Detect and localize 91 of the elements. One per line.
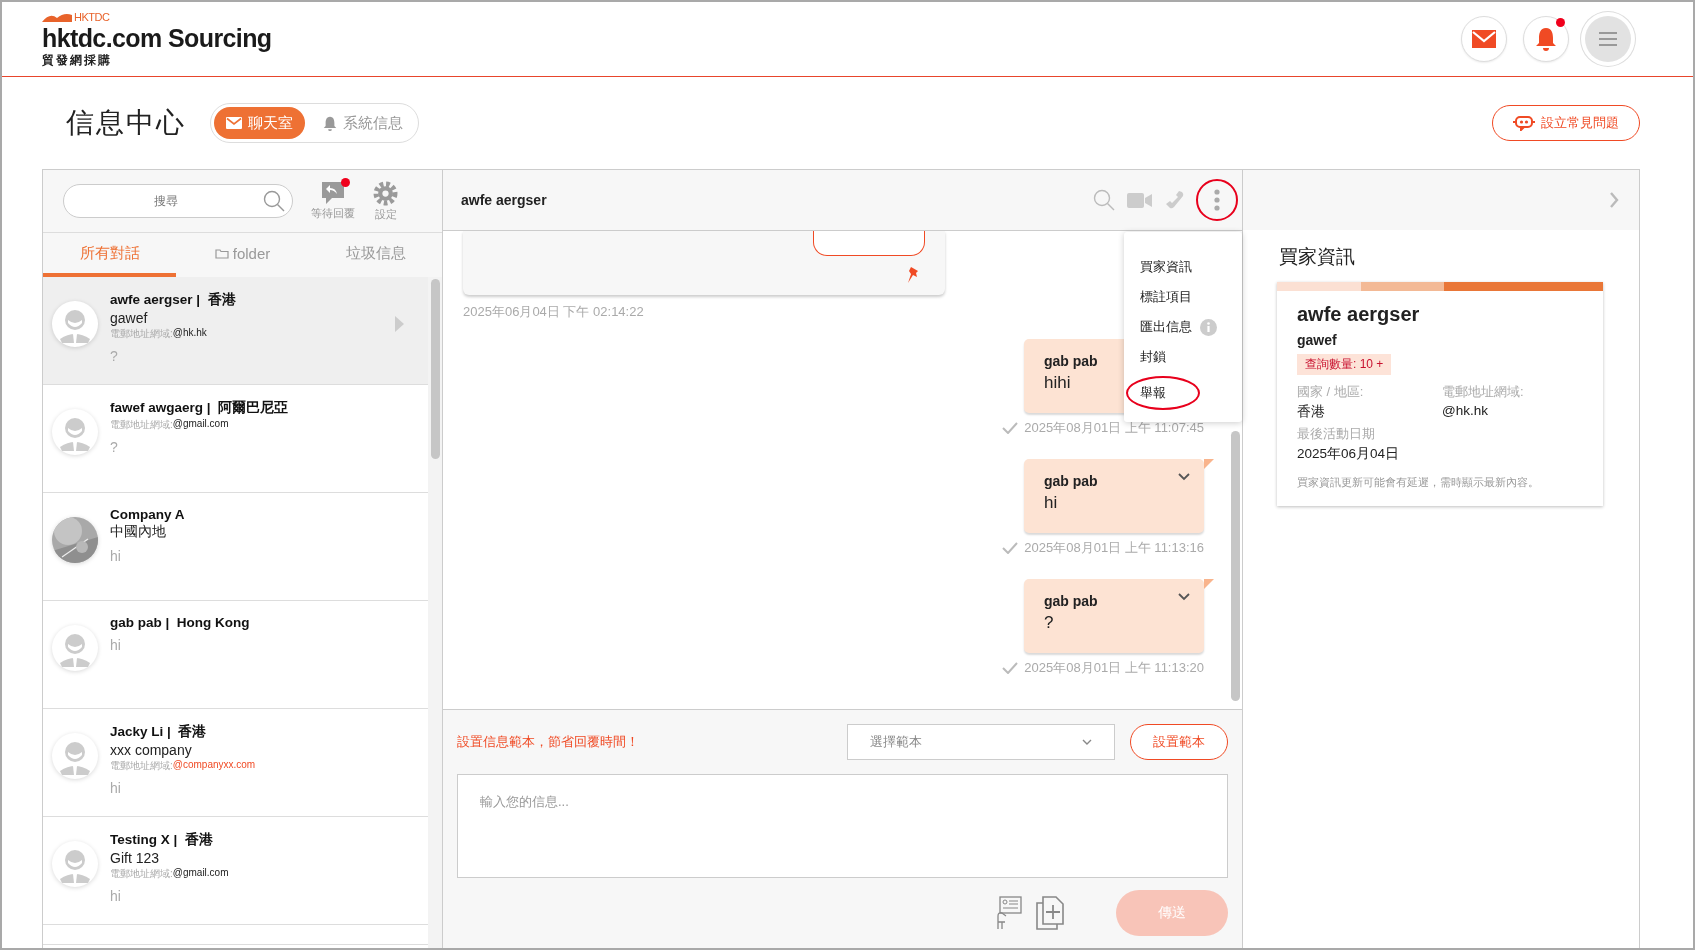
message-text: ? — [1044, 613, 1054, 633]
conversation-name: gab pab | Hong Kong — [110, 615, 250, 630]
message-preview: ? — [110, 439, 119, 455]
search-field[interactable]: 搜尋 — [63, 184, 293, 218]
field-value: @hk.hk — [1442, 403, 1489, 418]
reply-bubble-icon — [320, 181, 346, 205]
notification-button[interactable] — [1523, 16, 1569, 62]
company-name: 中國內地 — [110, 523, 167, 541]
chevron-down-icon — [1082, 739, 1092, 745]
message-input[interactable]: 輸入您的信息... — [457, 774, 1228, 878]
logo-icon — [42, 12, 72, 22]
field-label: 電郵地址網域: — [1442, 383, 1525, 401]
inquiry-count-tag: 查詢數量: 10 + — [1297, 354, 1392, 375]
template-select[interactable]: 選擇範本 — [847, 724, 1115, 760]
section-title: 買家資訊 — [1279, 245, 1356, 269]
email-domain: @gmail.com — [172, 867, 229, 880]
brand-name: HKTDC — [74, 11, 110, 23]
message-time: 2025年08月01日 上午 11:07:45 — [1024, 419, 1204, 437]
folder-icon — [214, 247, 229, 259]
site-title: hktdc.com Sourcing — [42, 23, 272, 53]
message-text: hi — [1044, 493, 1058, 513]
message-time: 2025年08月01日 上午 11:13:16 — [1024, 539, 1204, 557]
bell-icon — [323, 115, 337, 131]
email-label: 電郵地址網域: — [110, 759, 173, 773]
conversation-name: Jacky Li | 香港 — [110, 723, 208, 741]
conversation-name: awfe aergser | 香港 — [110, 291, 236, 309]
chevron-down-icon[interactable] — [1178, 593, 1190, 601]
field-value: 香港 — [1297, 403, 1326, 421]
email-label: 電郵地址網域: — [110, 418, 173, 432]
search-icon[interactable] — [1093, 189, 1115, 211]
info-note: 買家資訊更新可能會有延遲，需時顯示最新內容。 — [1297, 475, 1539, 490]
menu-item[interactable]: 標註項目 — [1134, 286, 1198, 308]
message-preview: hi — [110, 548, 122, 564]
conversation-name: Company A — [110, 507, 185, 522]
view-inquiry-button[interactable] — [813, 231, 925, 256]
site-subtitle: 貿發網採購 — [42, 53, 113, 67]
phone-icon[interactable] — [1164, 190, 1184, 210]
company-name: Gift 123 — [110, 850, 161, 866]
menu-icon — [1599, 32, 1617, 46]
scrollbar[interactable] — [428, 277, 442, 948]
message-preview: hi — [110, 637, 122, 653]
sender-name: gab pab — [1044, 473, 1098, 489]
message-time: 2025年08月01日 上午 11:13:20 — [1024, 659, 1204, 677]
chat-title: awfe aergser — [461, 192, 547, 208]
conversation-name: fawef awgaerg | 阿爾巴尼亞 — [110, 399, 289, 417]
search-icon — [263, 190, 285, 212]
message-preview: ? — [110, 348, 119, 364]
mail-button[interactable] — [1461, 16, 1507, 62]
buyer-name: awfe aergser — [1297, 303, 1420, 326]
bubble-tail-icon — [1204, 459, 1214, 469]
email-domain: @companyxx.com — [172, 759, 256, 772]
sender-name: gab pab — [1044, 353, 1098, 369]
field-label: 國家 / 地區: — [1297, 383, 1365, 401]
email-label: 電郵地址網域: — [110, 867, 173, 881]
menu-item[interactable]: 買家資訊 — [1134, 256, 1198, 278]
menu-item[interactable]: 封鎖 — [1134, 346, 1172, 368]
company-name: gawef — [110, 310, 149, 326]
set-template-button[interactable]: 設置範本 — [1130, 724, 1228, 760]
menu-item[interactable]: 舉報 — [1126, 376, 1200, 410]
video-camera-icon[interactable] — [1127, 192, 1152, 208]
menu-item[interactable]: 匯出信息 — [1134, 316, 1223, 338]
attach-file-icon[interactable] — [1036, 896, 1064, 930]
more-icon — [1214, 189, 1220, 211]
conversation-name: Testing X | 香港 — [110, 831, 214, 849]
message-preview: hi — [110, 780, 122, 796]
bubble-tail-icon — [1204, 579, 1214, 589]
caret-icon — [395, 316, 404, 332]
avatar-icon — [52, 301, 98, 347]
bell-icon — [1535, 27, 1557, 51]
chevron-down-icon[interactable] — [1178, 473, 1190, 481]
email-domain: @gmail.com — [172, 418, 229, 431]
business-card-icon[interactable] — [994, 896, 1022, 930]
message-text: hihi — [1044, 373, 1071, 393]
field-value: 2025年06月04日 — [1297, 445, 1401, 463]
page-title: 信息中心 — [66, 106, 186, 140]
message-preview: hi — [110, 888, 122, 904]
faq-button[interactable]: 設立常見問題 — [1492, 105, 1640, 141]
company-name: xxx company — [110, 742, 193, 758]
company-name: gawef — [1297, 332, 1337, 348]
robot-icon — [1513, 115, 1535, 131]
message-time: 2025年06月04日 下午 02:14:22 — [463, 303, 645, 321]
more-button[interactable] — [1196, 179, 1238, 221]
settings-icon — [373, 180, 398, 206]
menu-button[interactable] — [1585, 16, 1631, 62]
email-domain: @hk.hk — [172, 327, 207, 340]
field-label: 最後活動日期 — [1297, 425, 1376, 443]
mail-icon — [226, 117, 242, 129]
template-hint: 設置信息範本，節省回覆時間！ — [457, 733, 639, 751]
chevron-right-icon[interactable] — [1609, 192, 1619, 208]
mail-icon — [1472, 30, 1496, 48]
sender-name: gab pab — [1044, 593, 1098, 609]
